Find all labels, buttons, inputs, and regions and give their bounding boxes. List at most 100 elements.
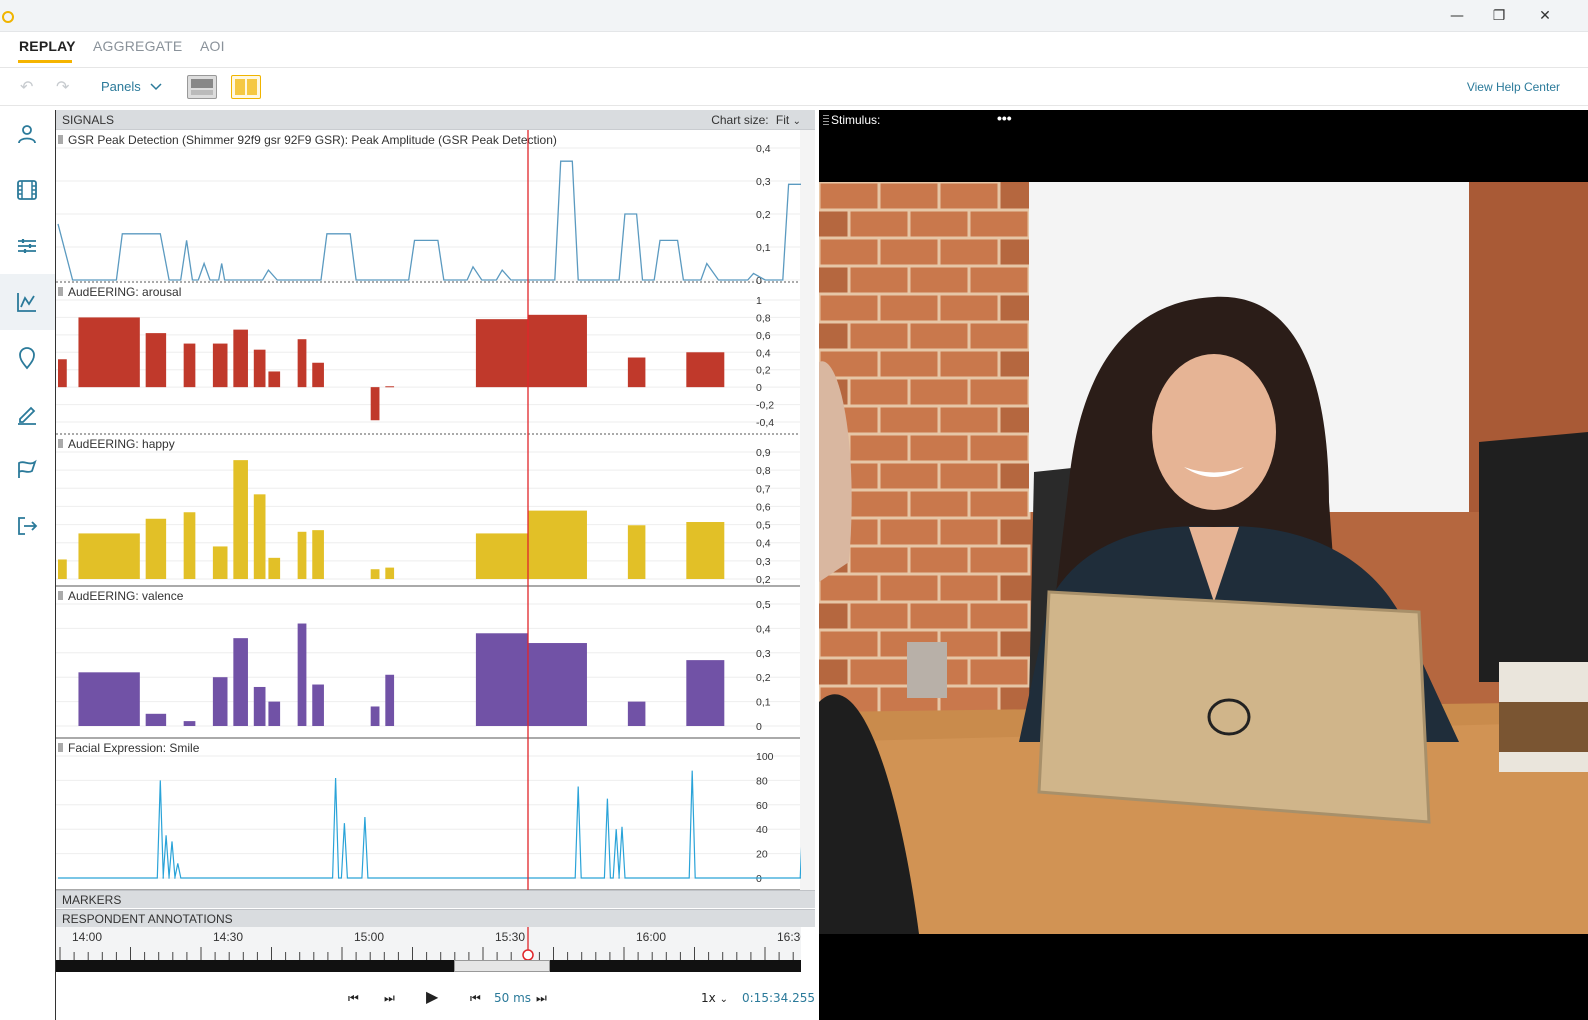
step-size[interactable]: 50 ms xyxy=(494,991,531,1005)
timeline-label: 15:00 xyxy=(354,930,384,944)
timeline-ruler[interactable]: 14:00 14:30 15:00 15:30 16:00 16:30 xyxy=(56,927,801,961)
minimize-button[interactable]: — xyxy=(1446,6,1468,26)
tab-aggregate[interactable]: AGGREGATE xyxy=(93,38,182,54)
bar xyxy=(312,530,324,579)
signals-scrollbar[interactable] xyxy=(800,130,815,890)
drag-handle-icon[interactable] xyxy=(58,743,63,752)
bar xyxy=(312,362,324,388)
close-button[interactable]: ✕ xyxy=(1534,6,1556,26)
markers-label: MARKERS xyxy=(62,893,122,907)
bar xyxy=(212,546,228,579)
sidebar xyxy=(0,106,55,1020)
annotations-bar[interactable]: RESPONDENT ANNOTATIONS xyxy=(56,909,815,927)
layout-stacked-icon xyxy=(191,79,213,95)
sidebar-item-signals[interactable] xyxy=(0,274,55,330)
chart-title-0: GSR Peak Detection (Shimmer 92f9 gsr 92F… xyxy=(68,133,557,147)
sidebar-item-markers[interactable] xyxy=(0,442,55,498)
sidebar-item-settings[interactable] xyxy=(0,218,55,274)
bar xyxy=(528,314,587,388)
app-logo-icon xyxy=(2,11,14,23)
signal-chart-4: Facial Expression: Smile 100 80 60 40 20 0 xyxy=(56,741,801,890)
y-tick-label: 0,6 xyxy=(756,501,771,513)
sidebar-item-exit[interactable] xyxy=(0,498,55,554)
timeline-label: 14:30 xyxy=(213,930,243,944)
undo-icon[interactable]: ↶ xyxy=(20,77,33,96)
sidebar-item-stimuli[interactable] xyxy=(0,162,55,218)
skip-start-button[interactable]: ⏮ xyxy=(348,991,359,1006)
bar xyxy=(233,460,248,579)
bar xyxy=(183,721,196,726)
toolbar: ↶ ↷ Panels View Help Center xyxy=(0,68,1588,106)
layout-stacked-button[interactable] xyxy=(187,75,217,99)
skip-forward-button[interactable]: ⏭ xyxy=(384,991,395,1006)
chart-size-dropdown[interactable]: Chart size: Fit ⌄ xyxy=(711,113,801,127)
bar xyxy=(268,371,281,388)
tab-replay[interactable]: REPLAY xyxy=(19,38,76,54)
drag-handle-icon[interactable] xyxy=(58,135,63,144)
bar xyxy=(268,557,281,579)
bar xyxy=(297,623,307,726)
more-options-icon[interactable]: ••• xyxy=(997,110,1012,126)
drag-handle-icon[interactable] xyxy=(58,591,63,600)
person-icon xyxy=(18,125,36,144)
bar xyxy=(370,387,380,421)
y-tick-label: 0,8 xyxy=(756,312,771,324)
stimulus-header: Stimulus: ••• xyxy=(819,110,1588,130)
step-back-button[interactable]: ⏮ xyxy=(470,991,481,1006)
bar xyxy=(370,706,380,726)
drag-handle-icon[interactable] xyxy=(823,115,829,125)
markers-bar[interactable]: MARKERS xyxy=(56,890,815,908)
layout-side-by-side-button[interactable] xyxy=(231,75,261,99)
sidebar-item-aoi[interactable] xyxy=(0,330,55,386)
bar xyxy=(297,339,307,388)
sidebar-item-respondents[interactable] xyxy=(0,106,55,162)
timeline-bg xyxy=(56,927,801,961)
layout-side-icon xyxy=(235,79,257,95)
bar xyxy=(686,352,725,388)
bar xyxy=(145,333,167,388)
signal-chart-3: AudEERING: valence 0,5 0,4 0,3 0,2 0,1 0 xyxy=(56,589,800,739)
signals-header: SIGNALS Chart size: Fit ⌄ xyxy=(56,110,815,130)
view-help-center-link[interactable]: View Help Center xyxy=(1467,80,1560,94)
step-forward-button[interactable]: ⏭ xyxy=(536,991,547,1006)
gsr-series-line xyxy=(57,160,801,281)
timeline-label: 15:30 xyxy=(495,930,525,944)
stimulus-video-frame[interactable] xyxy=(819,182,1588,934)
speed-dropdown[interactable]: 1x ⌄ xyxy=(701,991,728,1005)
chevron-down-icon: ⌄ xyxy=(719,994,728,1005)
laptop xyxy=(1037,590,1431,824)
playback-controls: ⏮ ⏭ ▶ ⏮ 50 ms ⏭ 1x ⌄ 0:15:34.255 xyxy=(56,980,815,1020)
y-tick-label: 0,1 xyxy=(756,242,771,254)
redo-icon[interactable]: ↷ xyxy=(56,77,69,96)
signal-charts: GSR Peak Detection (Shimmer 92f9 gsr 92F… xyxy=(56,130,801,890)
bar xyxy=(78,533,140,579)
restore-button[interactable]: ❐ xyxy=(1488,6,1510,26)
annotations-label: RESPONDENT ANNOTATIONS xyxy=(62,912,233,926)
drag-handle-icon[interactable] xyxy=(58,287,63,296)
scrubber-window[interactable] xyxy=(454,960,550,972)
film-icon xyxy=(17,180,37,200)
y-tick-label: 0,7 xyxy=(756,483,771,495)
y-tick-label: 0,5 xyxy=(756,520,771,532)
brick-wall xyxy=(819,182,1031,716)
bar xyxy=(528,643,587,726)
bar xyxy=(58,359,67,388)
bar xyxy=(385,567,395,579)
y-tick-label: 0,6 xyxy=(756,330,771,342)
exit-icon xyxy=(18,517,38,535)
chart-title-1: AudEERING: arousal xyxy=(68,285,181,299)
playhead-handle[interactable] xyxy=(522,949,534,961)
drag-handle-icon[interactable] xyxy=(58,439,63,448)
bar xyxy=(233,329,248,388)
tab-aoi[interactable]: AOI xyxy=(200,38,225,54)
panels-dropdown[interactable]: Panels xyxy=(101,79,162,94)
sidebar-item-annotate[interactable] xyxy=(0,386,55,442)
play-button[interactable]: ▶ xyxy=(426,987,438,1006)
bar xyxy=(253,494,266,579)
timeline-scrubber[interactable] xyxy=(56,960,801,972)
bar xyxy=(297,531,307,579)
y-tick-label: 0,2 xyxy=(756,209,771,221)
bar xyxy=(475,533,529,579)
y-tick-label: 60 xyxy=(756,800,768,812)
title-bar: — ❐ ✕ xyxy=(0,0,1588,32)
